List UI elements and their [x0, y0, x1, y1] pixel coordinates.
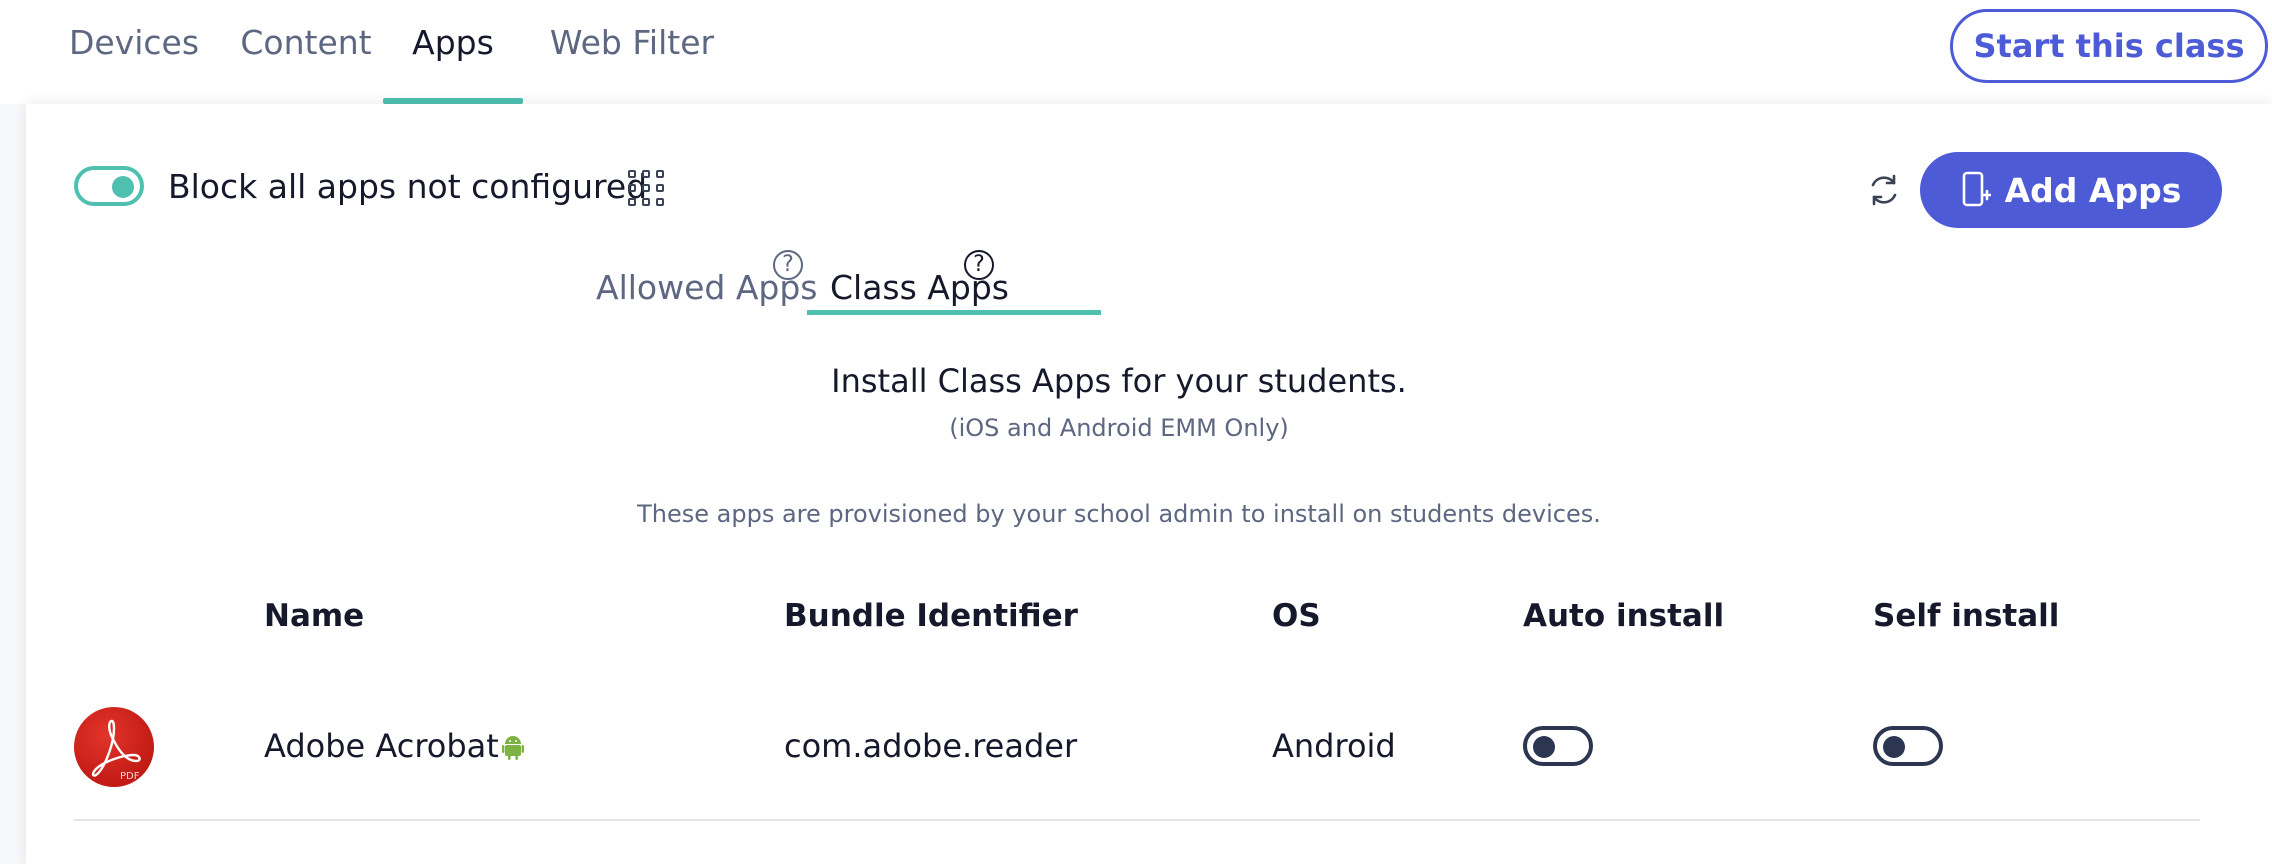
toggle-knob [1533, 736, 1555, 758]
column-header-name: Name [264, 598, 365, 634]
tab-devices[interactable]: Devices [40, 0, 228, 104]
start-class-button[interactable]: Start this class [1950, 9, 2268, 83]
app-name: Adobe Acrobat [264, 727, 499, 765]
column-header-self-install: Self install [1873, 598, 2060, 634]
tab-content[interactable]: Content [234, 0, 378, 104]
toggle-knob [112, 176, 134, 198]
adobe-acrobat-logo: PDF [74, 707, 154, 787]
apps-panel: Block all apps not configured Add Apps A… [26, 104, 2272, 864]
auto-install-toggle[interactable] [1523, 726, 1593, 766]
provision-note: These apps are provisioned by your schoo… [637, 500, 1601, 528]
tab-apps[interactable]: Apps [383, 0, 523, 104]
grid-icon[interactable] [628, 170, 664, 206]
allowed-apps-help-icon[interactable]: ? [773, 250, 803, 280]
toggle-knob [1883, 736, 1905, 758]
bundle-identifier: com.adobe.reader [784, 727, 1078, 765]
top-navigation: Devices Content Apps Web Filter Start th… [0, 0, 2272, 104]
install-subtitle: (iOS and Android EMM Only) [949, 414, 1289, 442]
add-device-icon [1962, 171, 1991, 207]
add-apps-label: Add Apps [2004, 170, 2182, 210]
row-divider [74, 819, 2200, 821]
column-header-os: OS [1272, 598, 1321, 634]
app-os: Android [1272, 727, 1396, 765]
android-icon [502, 734, 524, 760]
self-install-toggle[interactable] [1873, 726, 1943, 766]
column-header-auto-install: Auto install [1523, 598, 1725, 634]
active-subtab-indicator [807, 310, 1101, 315]
add-apps-button[interactable]: Add Apps [1920, 152, 2222, 228]
block-apps-label: Block all apps not configured [168, 167, 648, 206]
install-title: Install Class Apps for your students. [831, 362, 1407, 400]
logo-caption: PDF [120, 771, 140, 782]
column-header-bundle: Bundle Identifier [784, 598, 1078, 634]
tab-web-filter[interactable]: Web Filter [548, 0, 716, 104]
refresh-icon[interactable] [1864, 170, 1904, 210]
class-apps-help-icon[interactable]: ? [964, 250, 994, 280]
block-apps-toggle[interactable] [74, 166, 144, 206]
